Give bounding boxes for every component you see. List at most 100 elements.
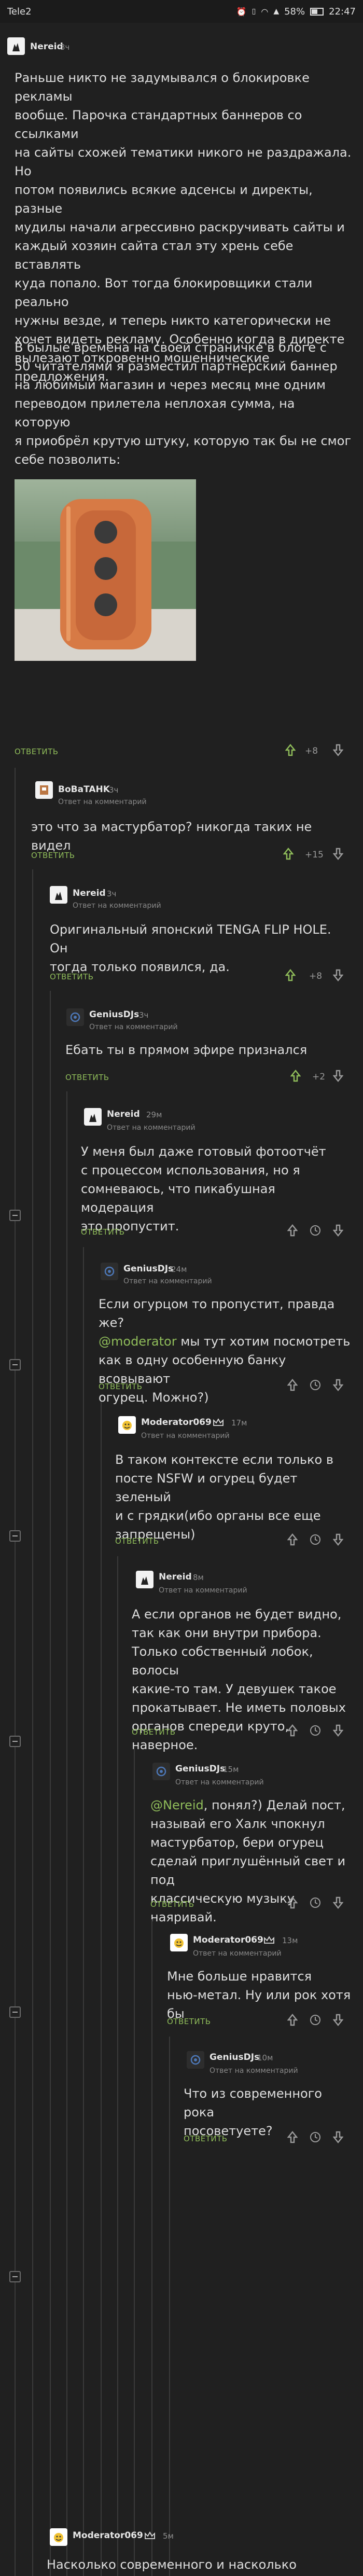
upvote-icon[interactable]	[287, 1379, 298, 1391]
avatar[interactable]	[50, 886, 67, 904]
upvote-icon[interactable]	[287, 2014, 298, 2026]
avatar[interactable]	[118, 1416, 136, 1434]
comment-text: Насколько современного и насколько	[47, 2557, 297, 2572]
comment-author[interactable]: GeniusDJs	[210, 2052, 259, 2062]
thread-line[interactable]	[151, 1919, 152, 2576]
downvote-icon[interactable]	[333, 1070, 343, 1082]
comment-text: Мне больше нравится нью-метал. Ну или ро…	[167, 1969, 351, 2021]
downvote-icon[interactable]	[333, 1224, 343, 1237]
comment-author[interactable]: Nereid	[30, 41, 63, 52]
rating-hidden-icon	[310, 2132, 320, 2142]
upvote-icon[interactable]	[287, 1533, 298, 1546]
avatar[interactable]	[35, 781, 53, 799]
thread-line[interactable]	[50, 991, 51, 2576]
comment-author[interactable]: Nereid	[73, 888, 106, 898]
thread-line[interactable]	[134, 1748, 135, 2576]
comment-author[interactable]: Moderator069	[193, 1935, 263, 1945]
reply-to-label[interactable]: Ответ на комментарий	[210, 2067, 298, 2075]
comment-author[interactable]: Moderator069	[73, 2530, 143, 2541]
user-mention-link[interactable]: @Nereid	[150, 1798, 204, 1812]
comment-author[interactable]: Nereid	[159, 1572, 192, 1582]
downvote-icon[interactable]	[333, 848, 343, 860]
collapse-thread-button[interactable]	[9, 1736, 21, 1747]
user-avatar-icon	[40, 785, 48, 795]
downvote-icon[interactable]	[333, 1379, 343, 1391]
thread-line[interactable]	[66, 1091, 67, 2576]
upvote-icon[interactable]	[287, 1224, 298, 1237]
downvote-icon[interactable]	[333, 969, 343, 981]
collapse-thread-button[interactable]	[9, 1210, 21, 1221]
user-avatar-icon	[55, 892, 62, 900]
upvote-icon[interactable]	[283, 848, 294, 860]
thread-line[interactable]	[15, 768, 16, 2576]
battery-percent: 58%	[284, 6, 305, 17]
thread-line[interactable]	[117, 1556, 118, 2576]
collapse-thread-button[interactable]	[9, 2006, 21, 2018]
comment-time: 3ч	[60, 43, 70, 52]
reply-button[interactable]: ОТВЕТИТЬ	[184, 2134, 228, 2143]
thread-line[interactable]	[101, 1402, 102, 2576]
comment-author[interactable]: Moderator069	[141, 1417, 212, 1428]
reply-button[interactable]: ОТВЕТИТЬ	[132, 1727, 176, 1737]
reply-button[interactable]: ОТВЕТИТЬ	[99, 1382, 143, 1391]
reply-button[interactable]: ОТВЕТИТЬ	[115, 1536, 159, 1546]
upvote-icon[interactable]	[285, 744, 296, 756]
thread-line[interactable]	[32, 869, 33, 2576]
avatar[interactable]	[66, 1008, 84, 1026]
comment-image[interactable]	[15, 479, 196, 661]
downvote-icon[interactable]	[333, 2131, 343, 2143]
reply-button[interactable]: ОТВЕТИТЬ	[150, 1900, 194, 1909]
comment-author[interactable]: GeniusDJs	[175, 1764, 225, 1774]
avatar[interactable]	[84, 1108, 102, 1126]
user-avatar-icon	[104, 1266, 115, 1277]
downvote-icon[interactable]	[333, 744, 343, 756]
comment-author[interactable]: GeniusDJs	[89, 1009, 139, 1020]
reply-to-label[interactable]: Ответ на комментарий	[73, 902, 161, 910]
comment-rating: +8	[309, 971, 323, 981]
comment-time: 13м	[282, 1936, 298, 1945]
reply-to-label[interactable]: Ответ на комментарий	[175, 1778, 264, 1786]
reply-button[interactable]: ОТВЕТИТЬ	[81, 1227, 125, 1237]
collapse-thread-button[interactable]	[9, 1359, 21, 1370]
reply-to-label[interactable]: Ответ на комментарий	[193, 1949, 282, 1958]
reply-to-label[interactable]: Ответ на комментарий	[107, 1124, 196, 1132]
collapse-thread-button[interactable]	[9, 2271, 21, 2282]
comment-rating: +15	[305, 850, 324, 860]
user-avatar-icon	[190, 2055, 201, 2065]
avatar[interactable]	[50, 2528, 67, 2546]
upvote-icon[interactable]	[287, 1896, 298, 1909]
avatar[interactable]	[152, 1763, 170, 1780]
avatar[interactable]	[7, 37, 25, 55]
downvote-icon[interactable]	[333, 1533, 343, 1546]
reply-button[interactable]: ОТВЕТИТЬ	[31, 851, 75, 860]
reply-to-label[interactable]: Ответ на комментарий	[123, 1277, 212, 1285]
reply-to-label[interactable]: Ответ на комментарий	[58, 798, 147, 806]
upvote-icon[interactable]	[290, 1070, 301, 1082]
thread-line[interactable]	[83, 1247, 84, 2576]
upvote-icon[interactable]	[287, 2131, 298, 2143]
comment-author[interactable]: GeniusDJs	[123, 1264, 173, 1274]
comment-author[interactable]: BoBaTAHK	[58, 784, 110, 795]
reply-button[interactable]: ОТВЕТИТЬ	[167, 2017, 211, 2026]
avatar[interactable]	[187, 2051, 204, 2069]
avatar[interactable]	[170, 1934, 188, 1951]
downvote-icon[interactable]	[333, 1724, 343, 1737]
collapse-thread-button[interactable]	[9, 1530, 21, 1542]
user-mention-link[interactable]: @moderator	[99, 1334, 177, 1349]
upvote-icon[interactable]	[287, 1724, 298, 1737]
reply-to-label[interactable]: Ответ на комментарий	[89, 1023, 178, 1031]
avatar[interactable]	[136, 1571, 153, 1588]
thread-line[interactable]	[169, 2037, 170, 2576]
reply-to-label[interactable]: Ответ на комментарий	[141, 1432, 230, 1440]
upvote-icon[interactable]	[285, 969, 296, 981]
reply-button[interactable]: ОТВЕТИТЬ	[65, 1073, 109, 1082]
reply-to-label[interactable]: Ответ на комментарий	[159, 1586, 247, 1595]
downvote-icon[interactable]	[333, 1896, 343, 1909]
comment-time: 15м	[223, 1765, 239, 1774]
comment-rating: +2	[312, 1072, 326, 1082]
downvote-icon[interactable]	[333, 2014, 343, 2026]
avatar[interactable]	[101, 1263, 118, 1280]
reply-button[interactable]: ОТВЕТИТЬ	[15, 747, 59, 756]
reply-button[interactable]: ОТВЕТИТЬ	[50, 972, 94, 981]
comment-author[interactable]: Nereid	[107, 1109, 140, 1119]
